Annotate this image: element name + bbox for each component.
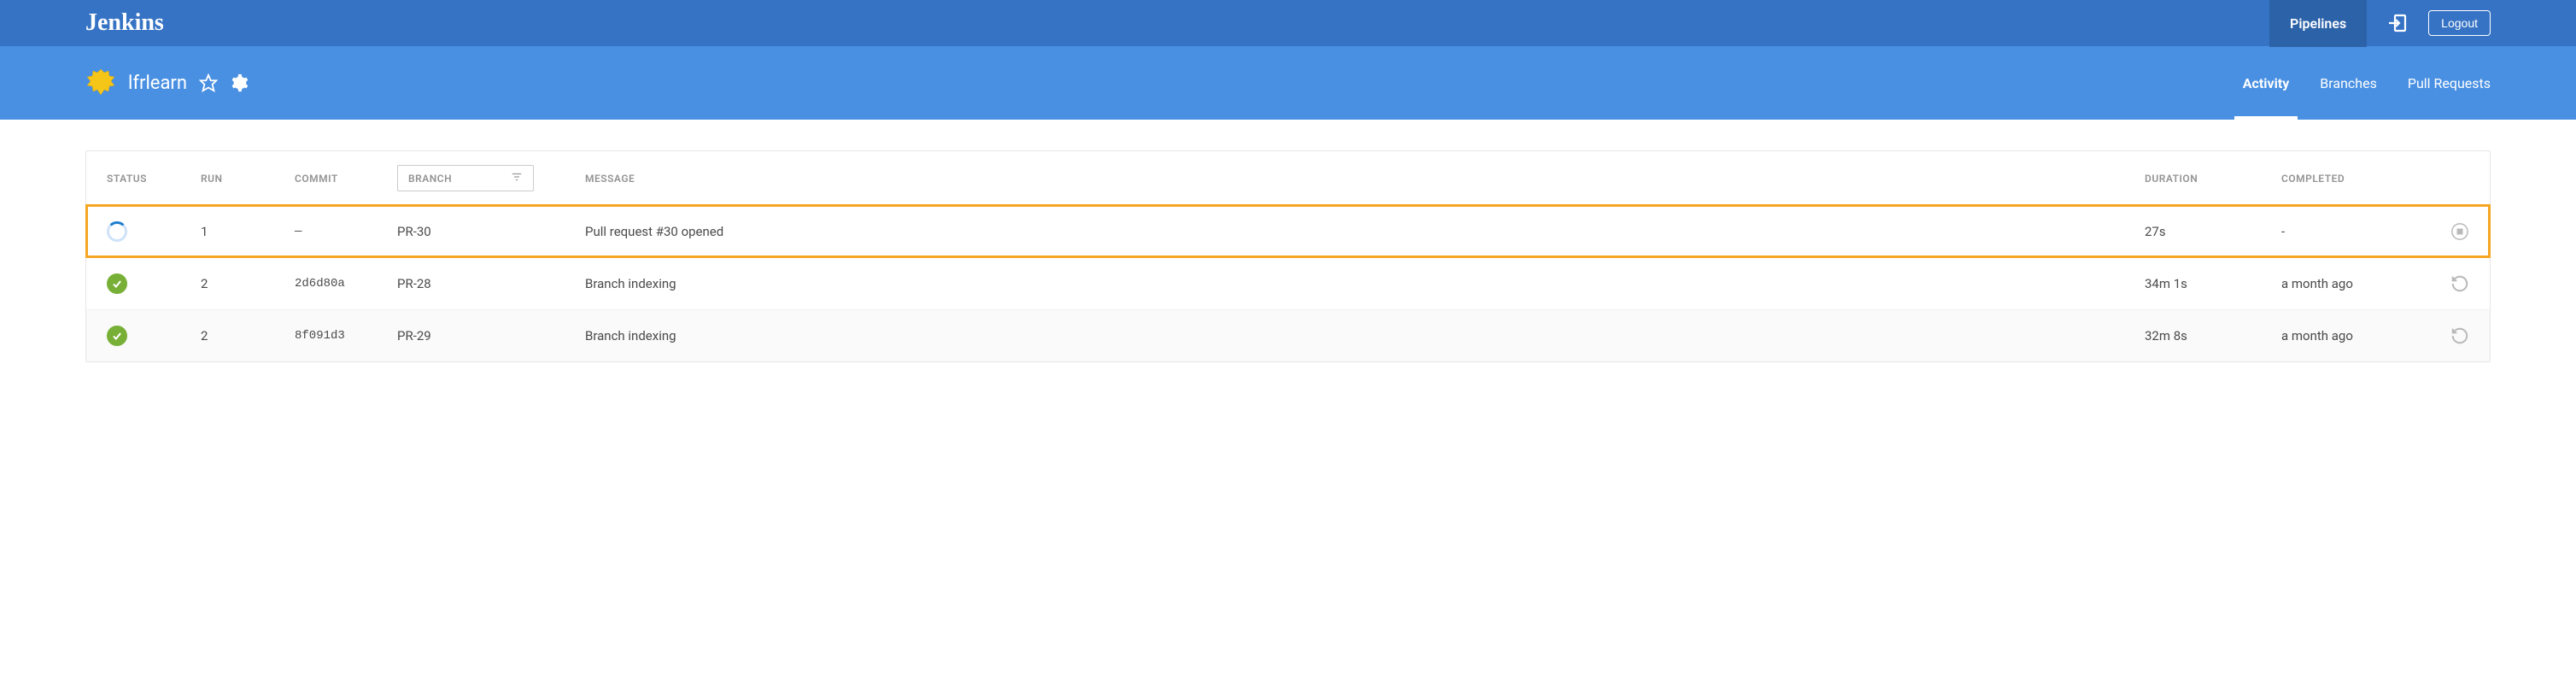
table-row[interactable]: 2 8f091d3 PR-29 Branch indexing 32m 8s a… [86, 309, 2490, 361]
duration-cell: 32m 8s [2145, 328, 2281, 343]
branch-filter-label: BRANCH [408, 173, 452, 185]
branch-filter[interactable]: BRANCH [397, 165, 534, 191]
project-left: lfrlearn [85, 68, 249, 98]
content-area: STATUS RUN COMMIT BRANCH MESSAGE DURATIO… [0, 120, 2576, 393]
tab-pull-requests[interactable]: Pull Requests [2408, 46, 2491, 120]
brand-logo[interactable]: Jenkins [85, 9, 164, 37]
status-cell [107, 326, 201, 346]
duration-cell: 27s [2145, 224, 2281, 239]
action-cell [2435, 222, 2469, 241]
tab-activity[interactable]: Activity [2243, 46, 2290, 120]
commit-cell: — [295, 225, 397, 238]
col-branch: BRANCH [397, 165, 585, 191]
logout-button[interactable]: Logout [2428, 10, 2491, 36]
col-duration: DURATION [2145, 173, 2281, 185]
message-cell: Branch indexing [585, 276, 2145, 291]
col-message: MESSAGE [585, 173, 2145, 185]
rerun-icon[interactable] [2435, 326, 2469, 345]
stop-icon[interactable] [2435, 222, 2469, 241]
completed-cell: - [2281, 224, 2435, 239]
duration-cell: 34m 1s [2145, 276, 2281, 291]
run-cell: 2 [201, 276, 295, 291]
pipelines-tab[interactable]: Pipelines [2269, 0, 2367, 47]
table-row[interactable]: 1 — PR-30 Pull request #30 opened 27s - [86, 205, 2490, 257]
runs-table: STATUS RUN COMMIT BRANCH MESSAGE DURATIO… [85, 150, 2491, 362]
col-completed: COMPLETED [2281, 173, 2435, 185]
table-header: STATUS RUN COMMIT BRANCH MESSAGE DURATIO… [86, 151, 2490, 205]
filter-icon [511, 171, 523, 185]
branch-cell: PR-30 [397, 224, 585, 239]
project-name[interactable]: lfrlearn [128, 73, 187, 94]
weather-sunny-icon [85, 68, 116, 98]
project-header: lfrlearn Activity Branches Pull Requests [0, 46, 2576, 120]
success-check-icon [107, 273, 127, 294]
action-cell [2435, 326, 2469, 345]
success-check-icon [107, 326, 127, 346]
message-cell: Branch indexing [585, 328, 2145, 343]
run-cell: 2 [201, 328, 295, 343]
subtabs: Activity Branches Pull Requests [2243, 46, 2491, 120]
col-commit: COMMIT [295, 173, 397, 185]
rerun-icon[interactable] [2435, 274, 2469, 293]
message-cell: Pull request #30 opened [585, 224, 2145, 239]
top-navbar: Jenkins Pipelines Logout [0, 0, 2576, 46]
col-run: RUN [201, 173, 295, 185]
completed-cell: a month ago [2281, 276, 2435, 291]
login-icon[interactable] [2387, 13, 2408, 33]
star-icon[interactable] [199, 73, 218, 92]
status-cell [107, 221, 201, 242]
running-spinner-icon [107, 221, 127, 242]
gear-icon[interactable] [230, 73, 249, 92]
branch-cell: PR-28 [397, 276, 585, 291]
commit-cell: 8f091d3 [295, 329, 397, 343]
tab-branches[interactable]: Branches [2320, 46, 2377, 120]
branch-cell: PR-29 [397, 328, 585, 343]
action-cell [2435, 274, 2469, 293]
completed-cell: a month ago [2281, 328, 2435, 343]
status-cell [107, 273, 201, 294]
run-cell: 1 [201, 224, 295, 239]
col-status: STATUS [107, 173, 201, 185]
commit-cell: 2d6d80a [295, 277, 397, 291]
table-row[interactable]: 2 2d6d80a PR-28 Branch indexing 34m 1s a… [86, 257, 2490, 309]
topbar-right: Pipelines Logout [2269, 0, 2491, 47]
